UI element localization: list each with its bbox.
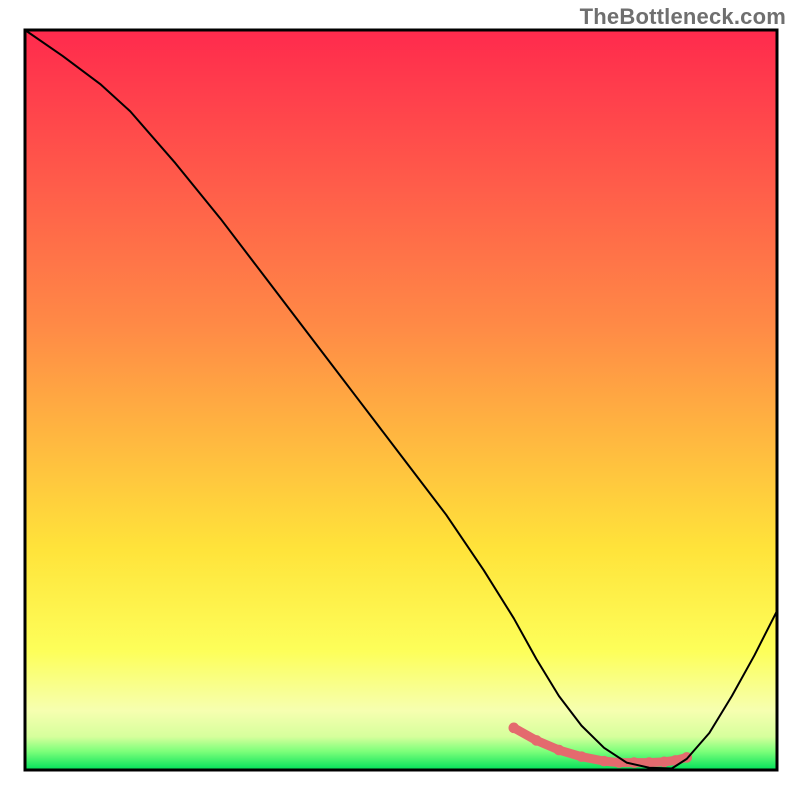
accent-dot (509, 723, 520, 734)
plot-background (25, 30, 777, 770)
chart-canvas (0, 0, 800, 800)
watermark-text: TheBottleneck.com (580, 4, 786, 30)
accent-dot (659, 757, 670, 768)
accent-dot (554, 745, 565, 756)
accent-dot (614, 757, 625, 768)
accent-dot (576, 751, 587, 762)
accent-dot (531, 735, 542, 746)
accent-dot (599, 756, 610, 767)
